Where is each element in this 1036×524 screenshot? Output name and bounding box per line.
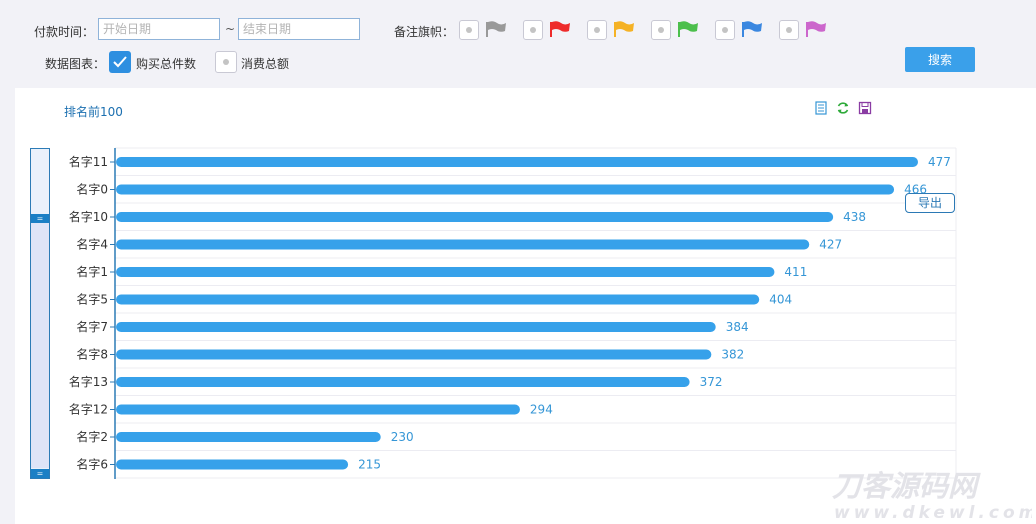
bar (116, 212, 834, 222)
bar (116, 377, 690, 387)
data-label: 438 (843, 210, 866, 224)
bar (116, 349, 712, 360)
data-label: 384 (726, 320, 749, 334)
y-tick-label: 名字5 (76, 292, 108, 307)
data-label: 427 (819, 238, 842, 252)
data-label: 477 (928, 155, 951, 169)
y-tick-label: 名字7 (76, 319, 108, 334)
bar (116, 157, 918, 167)
y-tick-label: 名字10 (69, 209, 108, 224)
y-tick-label: 名字6 (76, 457, 108, 472)
bar (116, 239, 810, 250)
svg-text:www.dkewl.com: www.dkewl.com (834, 503, 1032, 523)
bar (116, 459, 349, 470)
data-label: 404 (769, 293, 792, 307)
y-tick-label: 名字1 (76, 264, 108, 279)
bar (116, 267, 775, 277)
y-tick-label: 名字0 (76, 182, 108, 197)
data-label: 411 (784, 265, 807, 279)
bar (116, 294, 760, 305)
bar (116, 432, 381, 442)
data-label: 215 (358, 458, 381, 472)
y-tick-label: 名字13 (69, 374, 108, 389)
data-label: 230 (391, 430, 414, 444)
svg-text:刀客源码网: 刀客源码网 (832, 469, 981, 503)
bar (116, 184, 895, 195)
y-tick-label: 名字11 (69, 154, 108, 169)
watermark-logo: 刀客源码网 www.dkewl.com (832, 469, 1032, 523)
y-tick-label: 名字8 (76, 347, 108, 362)
bar (116, 404, 520, 415)
bar (116, 322, 716, 332)
y-tick-label: 名字12 (69, 402, 108, 417)
bar-chart: 名字11 477名字0 466名字10 438名字4 427名字1 411名字5 404名字… (69, 147, 957, 479)
data-label: 372 (700, 375, 723, 389)
data-label: 382 (721, 348, 744, 362)
y-tick-label: 名字2 (76, 429, 108, 444)
y-tick-label: 名字4 (76, 237, 108, 252)
export-button[interactable]: 导出 (905, 193, 955, 213)
data-label: 294 (530, 403, 553, 417)
